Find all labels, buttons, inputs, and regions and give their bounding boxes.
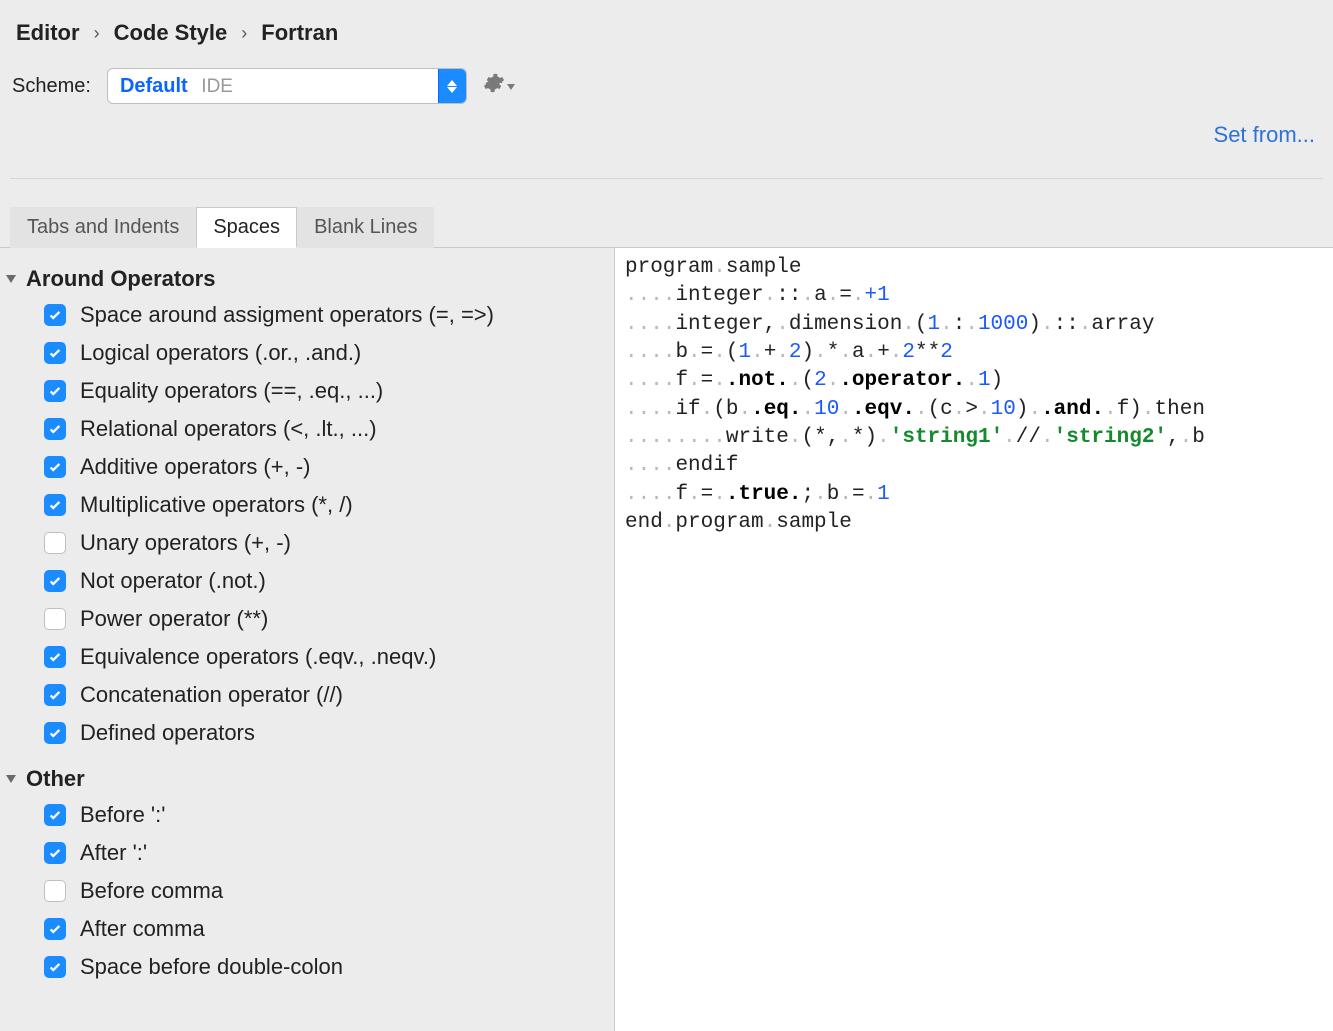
code-line: ....f.=..true.;.b.=.1 bbox=[625, 483, 890, 506]
breadcrumb: Editor › Code Style › Fortran bbox=[0, 0, 1333, 62]
option-row: Additive operators (+, -) bbox=[44, 448, 606, 486]
checkbox[interactable] bbox=[44, 304, 66, 326]
option-row: Before ':' bbox=[44, 796, 606, 834]
checkbox[interactable] bbox=[44, 494, 66, 516]
option-label: Power operator (**) bbox=[80, 606, 268, 632]
breadcrumb-fortran[interactable]: Fortran bbox=[261, 20, 338, 46]
option-row: Multiplicative operators (*, /) bbox=[44, 486, 606, 524]
option-row: Unary operators (+, -) bbox=[44, 524, 606, 562]
code-line: end.program.sample bbox=[625, 511, 852, 534]
section-header[interactable]: Other bbox=[4, 762, 606, 796]
section-items: Before ':' After ':' Before comma After com… bbox=[44, 796, 606, 986]
code-line: ....f.=..not..(2..operator..1) bbox=[625, 369, 1003, 392]
tabs: Tabs and Indents Spaces Blank Lines bbox=[10, 207, 1323, 248]
option-label: After comma bbox=[80, 916, 205, 942]
code-line: program.sample bbox=[625, 256, 801, 279]
stepper-icon bbox=[438, 69, 466, 103]
divider bbox=[10, 178, 1323, 179]
option-label: Before ':' bbox=[80, 802, 165, 828]
section-title: Other bbox=[26, 766, 85, 792]
option-row: Not operator (.not.) bbox=[44, 562, 606, 600]
option-row: Before comma bbox=[44, 872, 606, 910]
code-line: ....b.=.(1.+.2).*.a.+.2**2 bbox=[625, 341, 953, 364]
option-label: Defined operators bbox=[80, 720, 255, 746]
checkbox[interactable] bbox=[44, 646, 66, 668]
checkbox[interactable] bbox=[44, 684, 66, 706]
checkbox[interactable] bbox=[44, 380, 66, 402]
checkbox[interactable] bbox=[44, 456, 66, 478]
chevron-right-icon: › bbox=[241, 23, 247, 44]
code-line: ....integer,.dimension.(1.:.1000).::.arr… bbox=[625, 313, 1154, 336]
option-row: After comma bbox=[44, 910, 606, 948]
scheme-value: Default bbox=[120, 75, 188, 97]
scheme-suffix: IDE bbox=[201, 76, 233, 97]
checkbox[interactable] bbox=[44, 608, 66, 630]
code-preview: program.sample ....integer.::.a.=.+1 ...… bbox=[615, 248, 1333, 1031]
option-label: Space around assigment operators (=, =>) bbox=[80, 302, 494, 328]
option-label: After ':' bbox=[80, 840, 147, 866]
code-line: ........write.(*,.*).'string1'.//.'strin… bbox=[625, 426, 1205, 449]
option-label: Equivalence operators (.eqv., .neqv.) bbox=[80, 644, 436, 670]
option-label: Additive operators (+, -) bbox=[80, 454, 310, 480]
tab-tabs-and-indents[interactable]: Tabs and Indents bbox=[10, 207, 196, 248]
code-line: ....endif bbox=[625, 454, 738, 477]
checkbox[interactable] bbox=[44, 880, 66, 902]
option-row: After ':' bbox=[44, 834, 606, 872]
option-label: Unary operators (+, -) bbox=[80, 530, 291, 556]
gear-icon bbox=[483, 72, 505, 100]
tab-blank-lines[interactable]: Blank Lines bbox=[297, 207, 434, 248]
section-items: Space around assigment operators (=, =>)… bbox=[44, 296, 606, 752]
checkbox[interactable] bbox=[44, 804, 66, 826]
gear-button[interactable] bbox=[483, 72, 515, 100]
disclosure-triangle-icon bbox=[6, 275, 16, 283]
checkbox[interactable] bbox=[44, 918, 66, 940]
checkbox[interactable] bbox=[44, 570, 66, 592]
checkbox[interactable] bbox=[44, 722, 66, 744]
content: Around Operators Space around assigment o… bbox=[0, 247, 1333, 1031]
option-label: Relational operators (<, .lt., ...) bbox=[80, 416, 377, 442]
chevron-right-icon: › bbox=[94, 23, 100, 44]
option-label: Logical operators (.or., .and.) bbox=[80, 340, 361, 366]
option-row: Concatenation operator (//) bbox=[44, 676, 606, 714]
breadcrumb-code-style[interactable]: Code Style bbox=[114, 20, 228, 46]
option-row: Logical operators (.or., .and.) bbox=[44, 334, 606, 372]
breadcrumb-editor[interactable]: Editor bbox=[16, 20, 80, 46]
option-label: Multiplicative operators (*, /) bbox=[80, 492, 353, 518]
checkbox[interactable] bbox=[44, 342, 66, 364]
option-row: Equality operators (==, .eq., ...) bbox=[44, 372, 606, 410]
scheme-select[interactable]: Default IDE bbox=[107, 68, 467, 104]
option-row: Power operator (**) bbox=[44, 600, 606, 638]
code-line: ....if.(b..eq..10..eqv..(c.>.10)..and..f… bbox=[625, 398, 1205, 421]
scheme-row: Scheme: Default IDE bbox=[0, 62, 1333, 122]
section: Other Before ':' After ':' Before comma Afte… bbox=[4, 762, 606, 986]
section-title: Around Operators bbox=[26, 266, 215, 292]
checkbox[interactable] bbox=[44, 956, 66, 978]
checkbox[interactable] bbox=[44, 842, 66, 864]
option-row: Defined operators bbox=[44, 714, 606, 752]
option-row: Space around assigment operators (=, =>) bbox=[44, 296, 606, 334]
option-row: Space before double-colon bbox=[44, 948, 606, 986]
scheme-label: Scheme: bbox=[12, 75, 91, 98]
section: Around Operators Space around assigment o… bbox=[4, 262, 606, 752]
set-from-link[interactable]: Set from... bbox=[1214, 122, 1315, 148]
tab-spaces[interactable]: Spaces bbox=[196, 207, 297, 248]
options-tree[interactable]: Around Operators Space around assigment o… bbox=[0, 248, 615, 1031]
option-label: Before comma bbox=[80, 878, 223, 904]
option-label: Equality operators (==, .eq., ...) bbox=[80, 378, 383, 404]
checkbox[interactable] bbox=[44, 418, 66, 440]
option-row: Relational operators (<, .lt., ...) bbox=[44, 410, 606, 448]
option-row: Equivalence operators (.eqv., .neqv.) bbox=[44, 638, 606, 676]
disclosure-triangle-icon bbox=[6, 775, 16, 783]
option-label: Not operator (.not.) bbox=[80, 568, 266, 594]
chevron-down-icon bbox=[507, 84, 515, 90]
section-header[interactable]: Around Operators bbox=[4, 262, 606, 296]
checkbox[interactable] bbox=[44, 532, 66, 554]
code-line: ....integer.::.a.=.+1 bbox=[625, 284, 890, 307]
option-label: Space before double-colon bbox=[80, 954, 343, 980]
setfrom-row: Set from... bbox=[0, 122, 1333, 162]
option-label: Concatenation operator (//) bbox=[80, 682, 343, 708]
